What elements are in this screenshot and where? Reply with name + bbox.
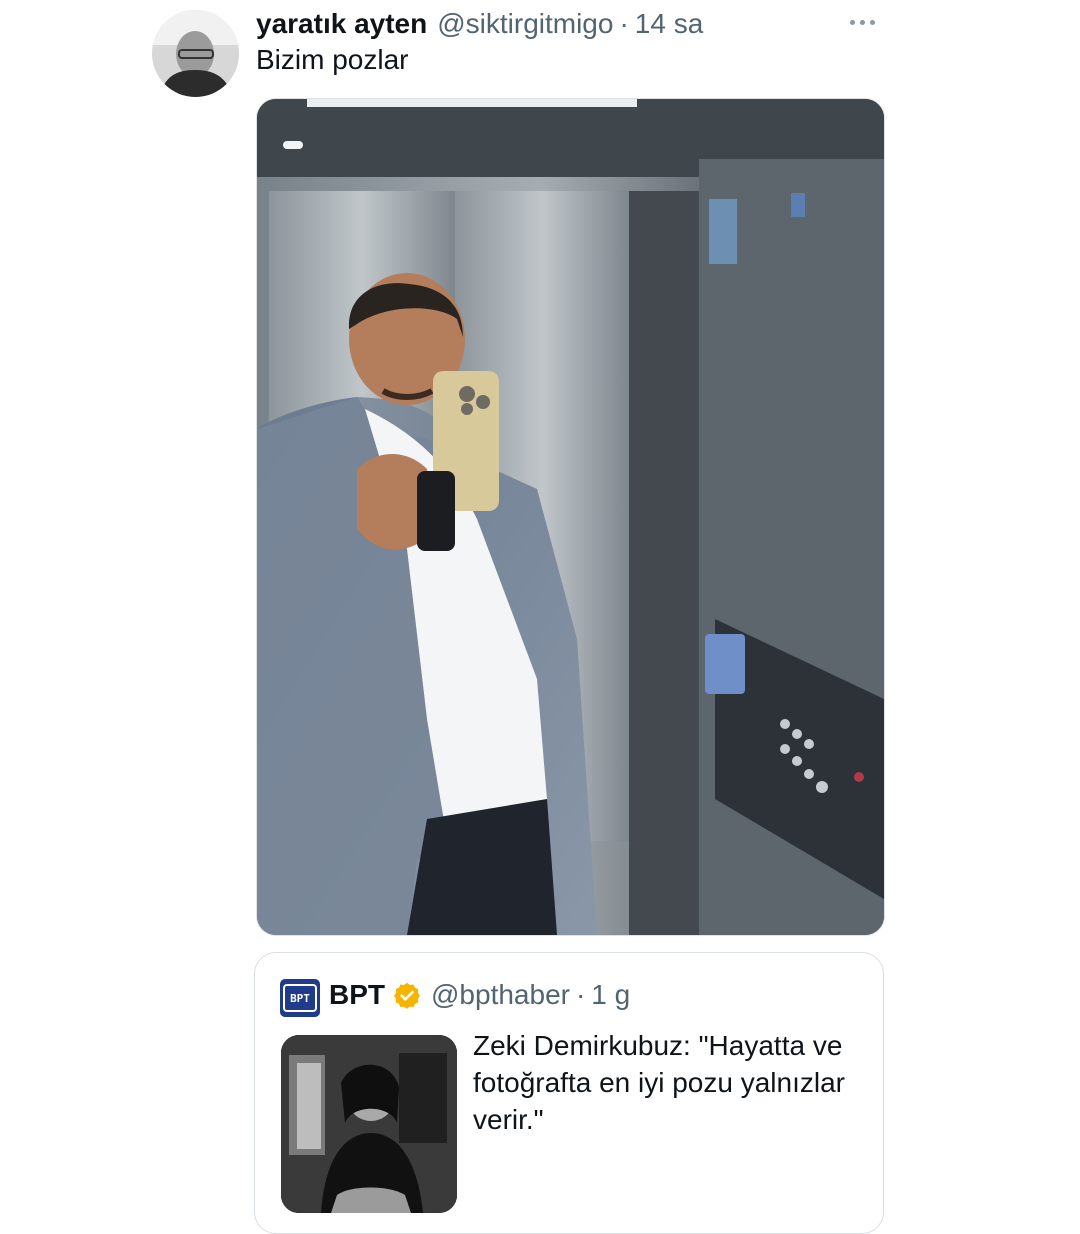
tweet-time[interactable]: 14 sa — [635, 8, 704, 40]
tweet-text: Bizim pozlar — [256, 44, 409, 75]
elevator-selfie-image — [257, 99, 884, 935]
quoted-tweet-header: BPT @bpthaber · 1 g — [329, 979, 630, 1011]
verified-badge-icon — [393, 982, 421, 1009]
quoted-display-name[interactable]: BPT — [329, 979, 385, 1011]
more-options-icon[interactable] — [850, 12, 882, 32]
portrait-image — [281, 1035, 457, 1213]
avatar[interactable] — [152, 10, 239, 97]
separator-dot: · — [575, 979, 586, 1010]
tweet-photo[interactable] — [256, 98, 885, 936]
avatar-image — [152, 10, 239, 97]
quoted-user-handle[interactable]: @bpthaber — [431, 979, 570, 1011]
quoted-tweet-text: Zeki Demirkubuz: "Hayatta ve fotoğrafta … — [473, 1030, 845, 1135]
tweet-header: yaratık ayten @siktirgitmigo · 14 sa — [256, 6, 703, 42]
quoted-time[interactable]: 1 g — [591, 979, 630, 1011]
quoted-photo[interactable] — [281, 1035, 457, 1213]
bpt-logo[interactable]: BPT — [280, 979, 320, 1017]
display-name[interactable]: yaratık ayten — [256, 8, 427, 40]
bpt-logo-text: BPT — [283, 984, 317, 1012]
quoted-tweet[interactable]: BPT BPT @bpthaber · 1 g Zeki Demirkubuz:… — [254, 952, 884, 1234]
separator-dot: · — [619, 8, 629, 39]
user-handle[interactable]: @siktirgitmigo — [437, 8, 613, 40]
